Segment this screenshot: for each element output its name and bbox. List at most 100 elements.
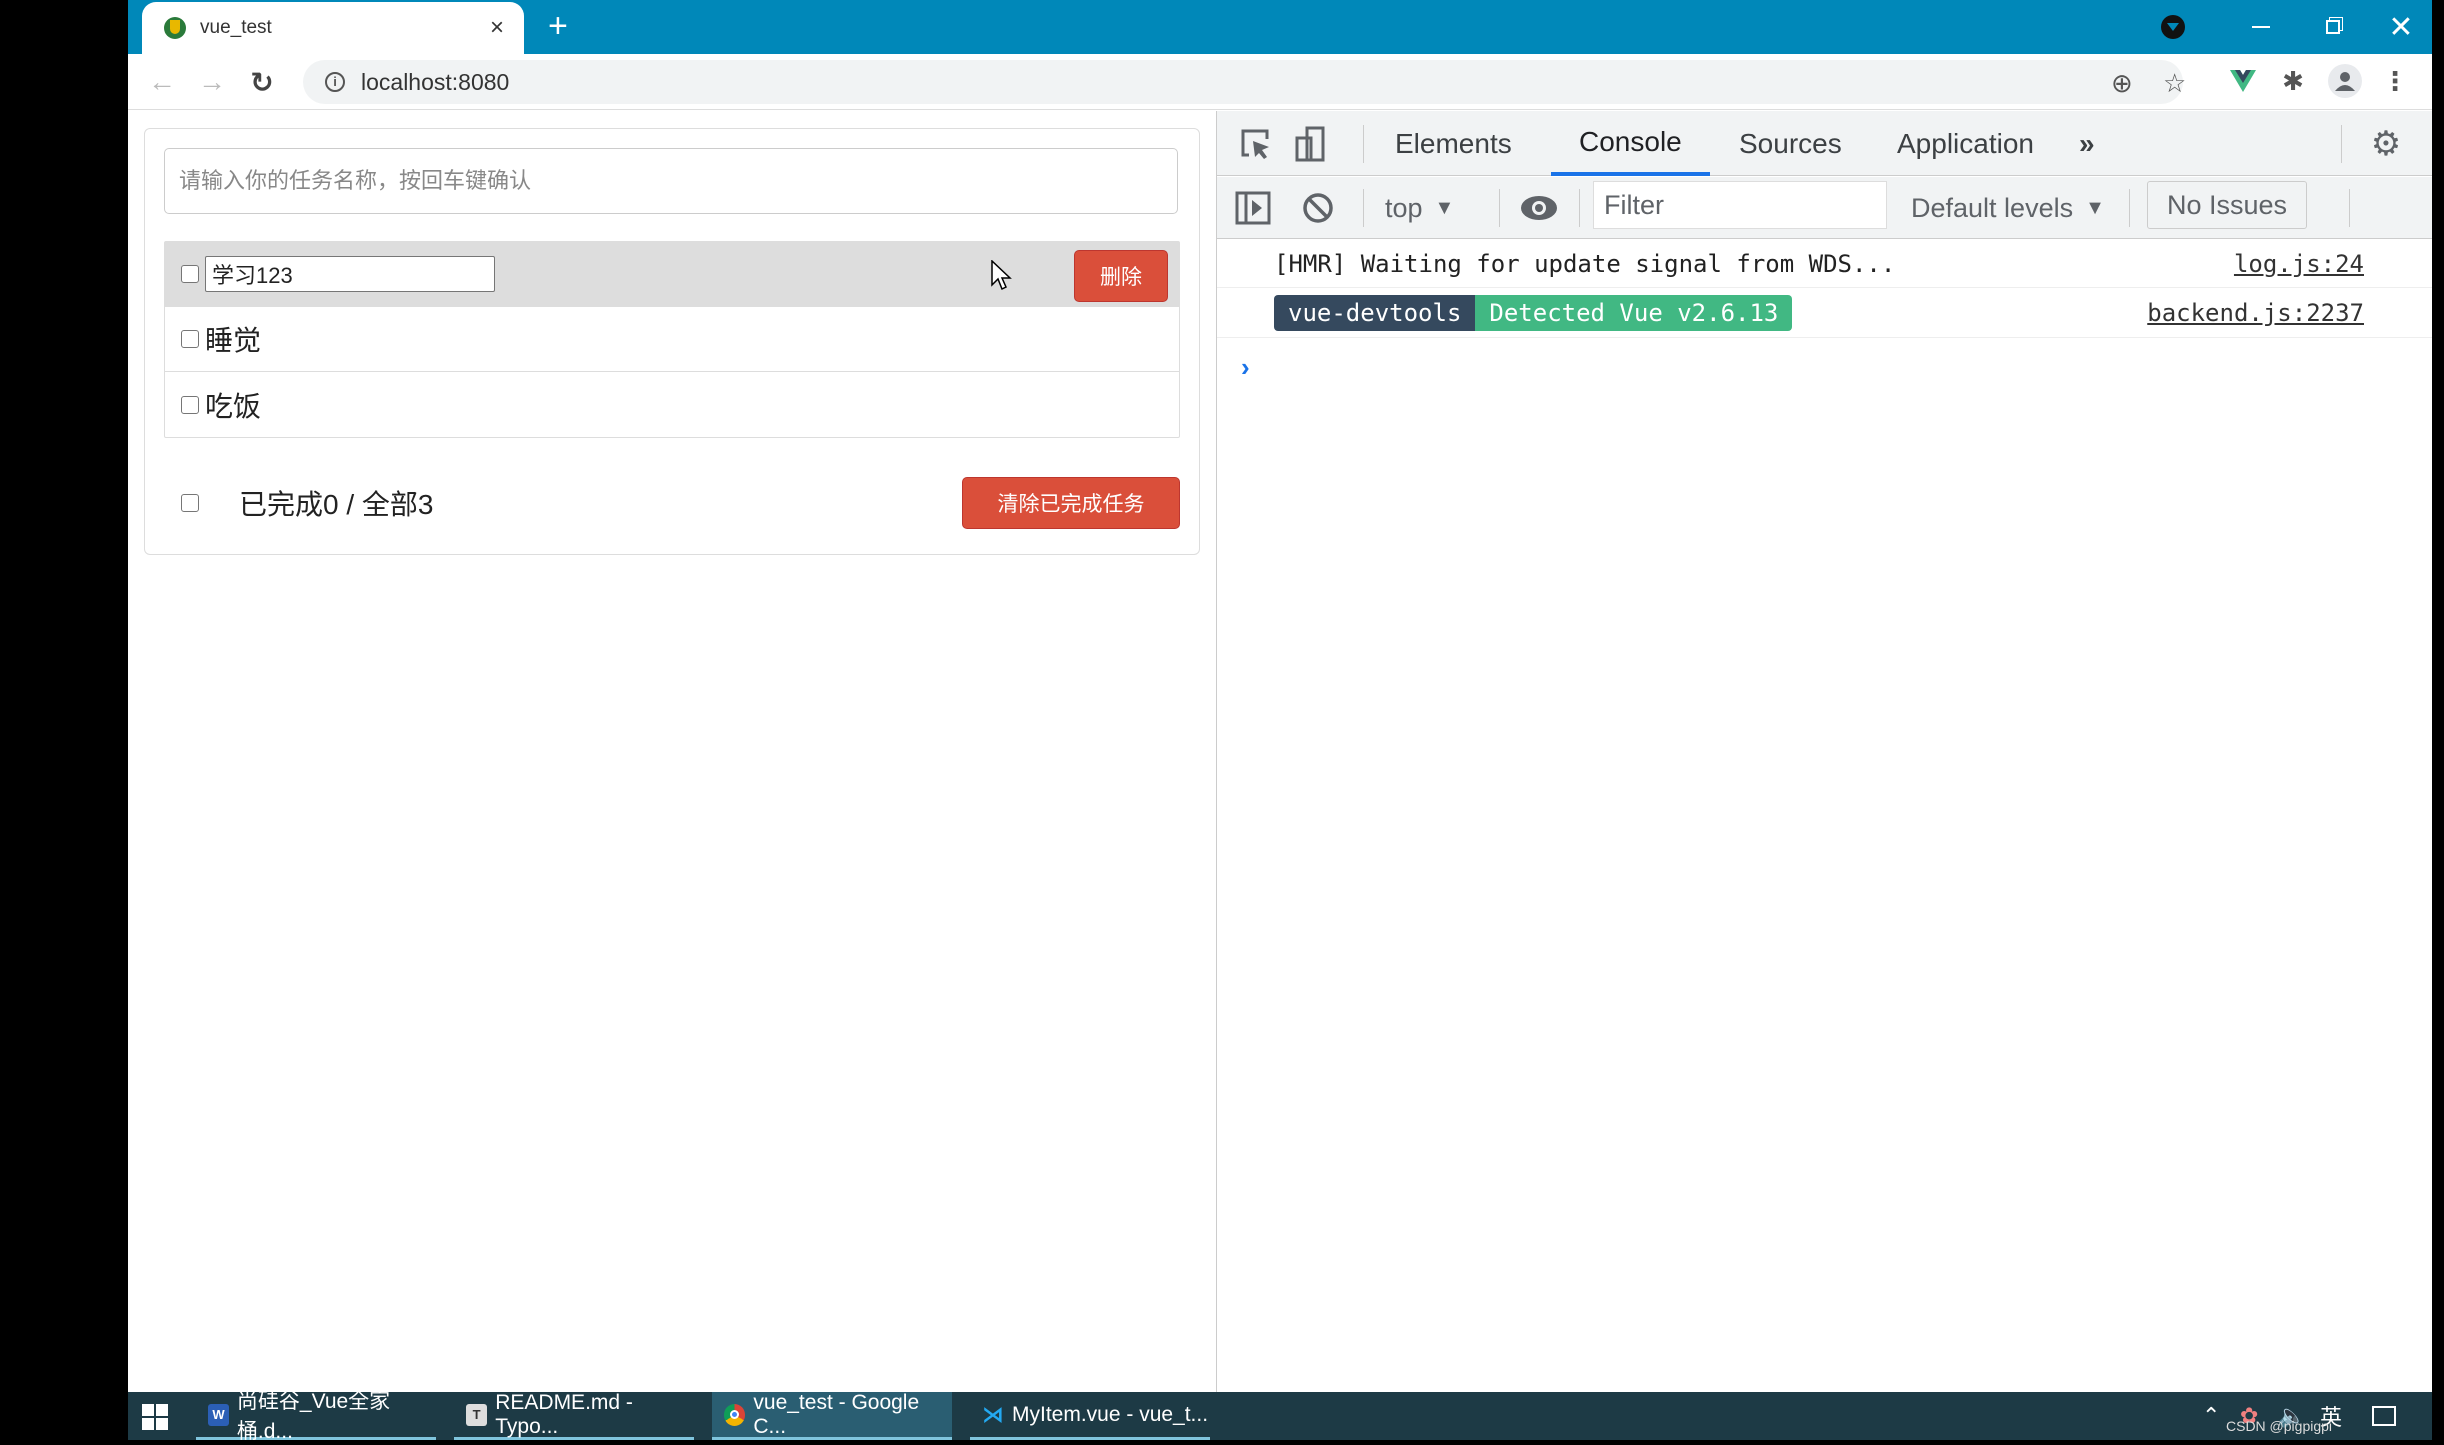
device-toolbar-button[interactable] (1291, 125, 1329, 163)
reload-button[interactable]: ↻ (246, 66, 278, 98)
tab-elements[interactable]: Elements (1395, 111, 1512, 176)
forward-button[interactable]: → (196, 66, 228, 98)
zoom-icon[interactable]: ⊕ (2111, 68, 2133, 99)
tab-search-icon[interactable] (2161, 15, 2185, 39)
log-levels-dropdown[interactable]: Default levels ▼ (1911, 177, 2105, 239)
log-levels-value: Default levels (1911, 192, 2074, 223)
todo-item[interactable]: 睡觉 (165, 307, 1179, 372)
forward-arrow-icon: → (198, 66, 226, 97)
console-filter-input[interactable]: Filter (1593, 181, 1887, 229)
more-tabs-button[interactable]: » (2079, 111, 2095, 176)
select-all-checkbox[interactable] (181, 494, 199, 512)
gear-icon: ⚙ (2370, 125, 2402, 163)
todo-header (164, 148, 1178, 214)
devtools-menu-button[interactable]: ⋮ (2429, 125, 2444, 163)
log-source-link[interactable]: backend.js:2237 (2147, 299, 2364, 327)
issues-button[interactable]: No Issues (2147, 181, 2307, 229)
notification-icon (2372, 1406, 2396, 1426)
mouse-cursor-icon (991, 260, 1012, 291)
devtools-tabbar: Elements Console Sources Application » ⚙… (1217, 111, 2444, 176)
console-message: vue-devtools Detected Vue v2.6.13 backend… (1217, 288, 2432, 338)
extensions-button[interactable]: ✱ (2276, 64, 2310, 98)
taskbar-app-typora[interactable]: T README.md - Typo... (454, 1391, 694, 1440)
taskbar-app-label: 尚硅谷_Vue全家桶.d... (236, 1389, 391, 1443)
vue-version-badge: Detected Vue v2.6.13 (1475, 294, 1793, 331)
start-button[interactable] (142, 1404, 168, 1430)
device-icon (1295, 126, 1325, 162)
toggle-sidebar-button[interactable] (1233, 189, 1273, 227)
console-prompt[interactable]: › (1241, 352, 1250, 383)
close-window-button[interactable]: ✕ (2376, 0, 2426, 54)
screen: vue_test × + ✕ ← → ↻ i localhost:8080 ⊕ … (128, 0, 2444, 1443)
devtools-panel: Elements Console Sources Application » ⚙… (1216, 111, 2444, 1392)
site-info-icon[interactable]: i (325, 72, 345, 92)
watermark: CSDN @pigpigpi (2226, 1418, 2333, 1434)
separator (2341, 125, 2342, 163)
delete-button[interactable]: 删除 (1074, 250, 1168, 302)
address-bar[interactable]: i localhost:8080 (303, 60, 2183, 104)
live-expression-button[interactable] (1517, 189, 1561, 227)
log-text: [HMR] Waiting for update signal from WDS… (1274, 249, 1896, 278)
separator (2349, 189, 2350, 227)
windows-logo-icon (142, 1404, 154, 1416)
vue-devtools-extension-button[interactable] (2226, 64, 2260, 98)
inspect-element-button[interactable] (1237, 125, 1275, 163)
todo-title: 吃饭 (205, 390, 262, 422)
separator (1499, 189, 1500, 227)
restore-icon (2326, 20, 2340, 34)
minimize-button[interactable] (2236, 0, 2286, 54)
profile-button[interactable] (2328, 64, 2362, 98)
new-tab-button[interactable]: + (548, 8, 568, 44)
context-selector[interactable]: top ▼ (1385, 177, 1454, 239)
console-output: [HMR] Waiting for update signal from WDS… (1217, 240, 2432, 382)
separator (1363, 125, 1364, 163)
todo-item[interactable]: 吃饭 (165, 372, 1179, 437)
dropdown-arrow-icon: ▼ (2085, 196, 2105, 219)
inspect-cursor-icon (1241, 129, 1269, 159)
todo-title: 睡觉 (205, 325, 262, 356)
todo-edit-input[interactable] (205, 256, 495, 292)
separator (1579, 189, 1580, 227)
taskbar-app-vscode[interactable]: ⋊ MyItem.vue - vue_t... (970, 1392, 1210, 1440)
tab-application[interactable]: Application (1897, 111, 2034, 176)
reload-icon: ↻ (250, 66, 274, 98)
todo-container: 删除 睡觉 吃饭 已完成0 / 全部3 清除已完成任务 (144, 128, 1200, 555)
windows-taskbar: W 尚硅谷_Vue全家桶.d... T README.md - Typo... … (128, 1390, 2432, 1443)
close-tab-icon[interactable]: × (490, 14, 504, 42)
taskbar-app-chrome[interactable]: vue_test - Google C... (712, 1390, 952, 1440)
bookmark-star-icon[interactable]: ☆ (2163, 68, 2186, 99)
minimize-icon (2252, 26, 2270, 28)
clear-console-button[interactable] (1299, 189, 1337, 227)
todo-checkbox[interactable] (181, 395, 199, 414)
back-button[interactable]: ← (146, 66, 178, 98)
clear-completed-button[interactable]: 清除已完成任务 (962, 477, 1180, 529)
todo-item[interactable]: 删除 (165, 242, 1179, 307)
sidebar-toggle-icon (1235, 191, 1271, 225)
log-source-link[interactable]: log.js:24 (2234, 250, 2364, 278)
chevron-up-icon: ⌃ (2202, 1403, 2221, 1428)
typora-icon: T (466, 1403, 488, 1426)
close-window-icon: ✕ (2388, 10, 2414, 44)
todo-list: 删除 睡觉 吃饭 (164, 241, 1180, 438)
tab-console[interactable]: Console (1551, 111, 1710, 176)
taskbar-app-word[interactable]: W 尚硅谷_Vue全家桶.d... (196, 1390, 436, 1443)
todo-checkbox[interactable] (181, 330, 199, 348)
tab-sources[interactable]: Sources (1739, 111, 1842, 176)
new-task-input[interactable] (179, 168, 1177, 194)
dropdown-arrow-icon: ▼ (1434, 196, 1455, 219)
chrome-icon (724, 1403, 746, 1426)
separator (2129, 189, 2130, 227)
windows-logo-icon (142, 1418, 154, 1430)
browser-menu-button[interactable]: ⋮ (2378, 64, 2412, 98)
kebab-menu-icon: ⋮ (2432, 125, 2444, 163)
word-icon: W (208, 1403, 229, 1426)
devtools-settings-button[interactable]: ⚙ (2367, 125, 2405, 163)
browser-tab[interactable]: vue_test × (142, 2, 524, 54)
tray-overflow-button[interactable]: ⌃ (2202, 1392, 2220, 1440)
avatar-icon (2335, 72, 2355, 91)
restore-button[interactable] (2308, 0, 2358, 54)
context-value: top (1385, 192, 1423, 223)
taskbar-app-label: vue_test - Google C... (753, 1390, 920, 1438)
todo-checkbox[interactable] (181, 265, 199, 283)
notification-button[interactable] (2372, 1392, 2396, 1440)
